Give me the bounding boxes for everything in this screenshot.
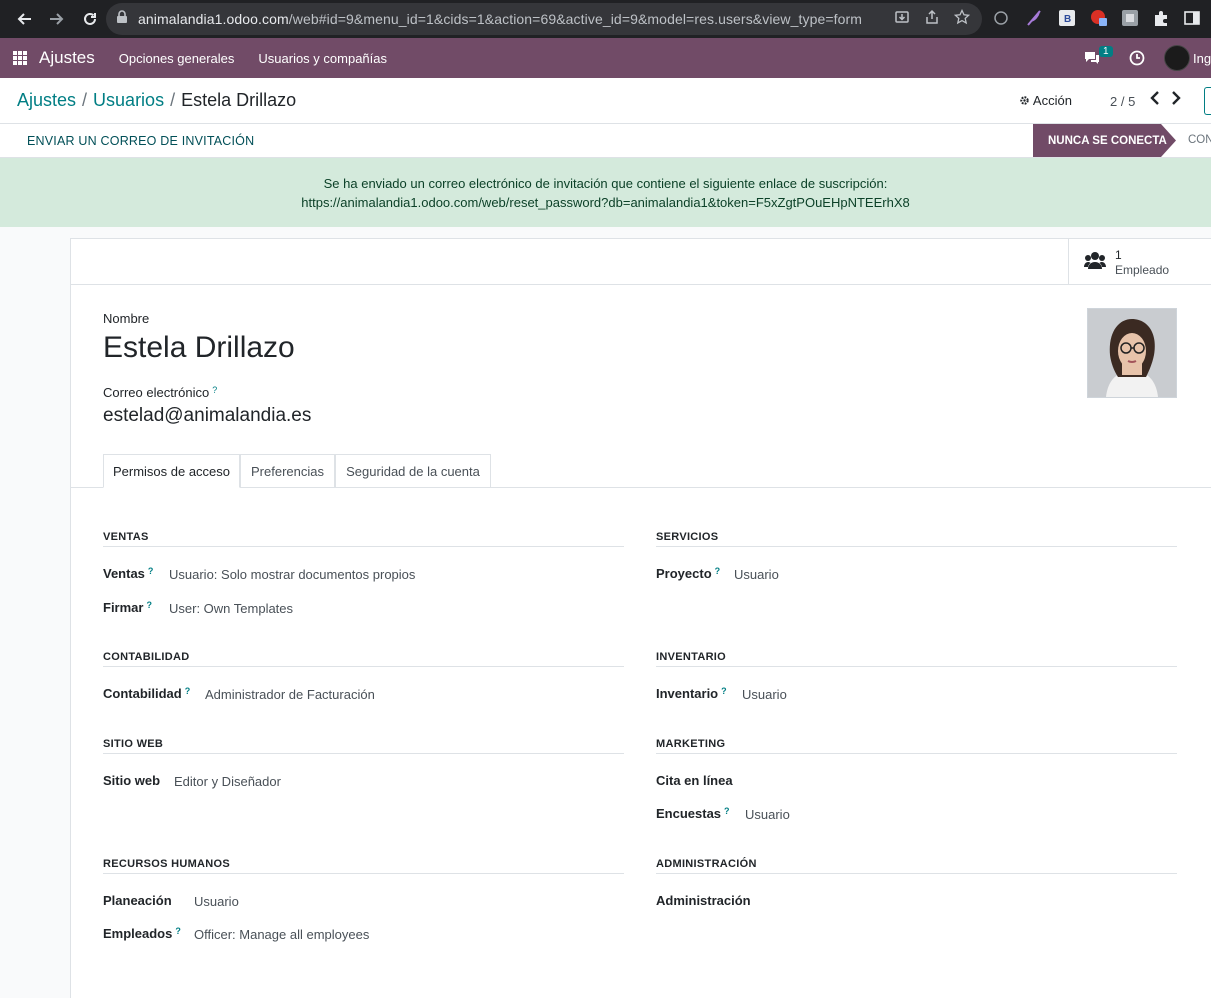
inventario-label: Inventario? (656, 686, 727, 701)
back-icon[interactable] (9, 4, 39, 34)
reload-icon[interactable] (75, 4, 105, 34)
section-marketing-title: MARKETING (656, 738, 1177, 754)
stage-never-connected[interactable]: NUNCA SE CONECTA (1033, 124, 1176, 157)
employee-label: Empleado (1115, 263, 1170, 277)
section-ventas-title: VENTAS (103, 531, 624, 547)
extensions-puzzle-icon[interactable] (1152, 9, 1170, 27)
section-sitio-web-title: SITIO WEB (103, 738, 624, 754)
sitio-web-label: Sitio web (103, 773, 161, 788)
ventas-value[interactable]: Usuario: Solo mostrar documentos propios (169, 567, 415, 582)
tab-permisos-acceso[interactable]: Permisos de acceso (103, 454, 240, 488)
inventario-help-icon[interactable]: ? (721, 686, 727, 696)
contabilidad-value[interactable]: Administrador de Facturación (205, 687, 375, 702)
app-grid-icon[interactable] (13, 51, 27, 65)
pager-value[interactable]: 2 / 5 (1110, 94, 1135, 109)
email-help-icon[interactable]: ? (212, 385, 217, 395)
share-icon[interactable] (924, 9, 940, 30)
breadcrumb: Ajustes / Usuarios / Estela Drillazo (17, 90, 297, 110)
section-contabilidad-title: CONTABILIDAD (103, 651, 624, 667)
inventario-value[interactable]: Usuario (742, 687, 787, 702)
email-label: Correo electrónico? (103, 385, 218, 400)
extension-grey-icon[interactable] (1121, 9, 1139, 27)
bookmark-star-icon[interactable] (953, 8, 971, 30)
section-rrhh-title: RECURSOS HUMANOS (103, 858, 624, 874)
button-box: 1 Empleado (71, 239, 1211, 285)
address-url: animalandia1.odoo.com/web#id=9&menu_id=1… (138, 11, 863, 27)
form-statusbar: ENVIAR UN CORREO DE INVITACIÓN NUNCA SE … (0, 124, 1211, 158)
install-icon[interactable] (894, 9, 910, 30)
form-sheet: 1 Empleado Nombre Estela Drillazo Correo… (70, 238, 1211, 998)
pager-next-icon[interactable] (1171, 91, 1181, 109)
empleados-help-icon[interactable]: ? (175, 926, 181, 936)
firmar-value[interactable]: User: Own Templates (169, 601, 293, 616)
user-photo[interactable] (1087, 308, 1177, 398)
browser-toolbar: animalandia1.odoo.com/web#id=9&menu_id=1… (0, 0, 1211, 38)
planeacion-label: Planeación (103, 893, 172, 908)
employee-smart-button[interactable]: 1 Empleado (1068, 239, 1211, 284)
proyecto-label: Proyecto? (656, 566, 721, 581)
invitation-alert: Se ha enviado un correo electrónico de i… (0, 158, 1211, 227)
breadcrumb-current: Estela Drillazo (181, 90, 297, 110)
action-menu-label: Acción (1032, 93, 1072, 108)
svg-text:B: B (1064, 14, 1071, 25)
alert-link[interactable]: https://animalandia1.odoo.com/web/reset_… (0, 193, 1211, 212)
proyecto-value[interactable]: Usuario (734, 567, 779, 582)
contabilidad-help-icon[interactable]: ? (185, 686, 191, 696)
contabilidad-label: Contabilidad? (103, 686, 191, 701)
users-icon (1084, 250, 1106, 275)
breadcrumb-ajustes[interactable]: Ajustes (17, 90, 76, 110)
extension-b-icon[interactable]: B (1058, 9, 1076, 27)
encuestas-value[interactable]: Usuario (745, 807, 790, 822)
side-panel-icon[interactable] (1183, 9, 1201, 27)
administracion-label: Administración (656, 893, 751, 908)
app-brand[interactable]: Ajustes (39, 48, 95, 68)
menu-usuarios-companias[interactable]: Usuarios y compañías (258, 51, 387, 66)
alert-message: Se ha enviado un correo electrónico de i… (323, 176, 888, 191)
firmar-help-icon[interactable]: ? (146, 600, 152, 610)
forward-icon[interactable] (42, 4, 72, 34)
section-servicios-title: SERVICIOS (656, 531, 1177, 547)
address-bar[interactable]: animalandia1.odoo.com/web#id=9&menu_id=1… (106, 3, 982, 35)
encuestas-help-icon[interactable]: ? (724, 806, 730, 816)
sitio-web-value[interactable]: Editor y Diseñador (174, 774, 281, 789)
employee-count: 1 (1115, 248, 1122, 262)
gear-icon (1019, 93, 1030, 108)
form-tabs: Permisos de acceso Preferencias Segurida… (71, 454, 1211, 488)
edit-button-edge[interactable] (1204, 87, 1211, 115)
section-administracion-title: ADMINISTRACIÓN (656, 858, 1177, 874)
tab-seguridad-cuenta[interactable]: Seguridad de la cuenta (335, 454, 491, 488)
name-field[interactable]: Estela Drillazo (103, 331, 295, 365)
stage-confirmed[interactable]: CON (1188, 134, 1211, 146)
menu-opciones-generales[interactable]: Opciones generales (119, 51, 235, 66)
proyecto-help-icon[interactable]: ? (715, 566, 721, 576)
user-avatar[interactable] (1164, 45, 1190, 71)
extension-feather-icon[interactable] (1025, 9, 1043, 27)
email-field[interactable]: estelad@animalandia.es (103, 405, 311, 427)
extension-circle-icon[interactable] (992, 9, 1010, 27)
user-menu-label[interactable]: Ing (1193, 51, 1211, 66)
chat-count-badge: 1 (1099, 46, 1113, 57)
name-label: Nombre (103, 311, 150, 326)
control-panel: Ajustes / Usuarios / Estela Drillazo Acción … (0, 78, 1211, 124)
section-inventario-title: INVENTARIO (656, 651, 1177, 667)
tab-preferencias[interactable]: Preferencias (240, 454, 335, 488)
main-navbar: Ajustes Opciones generales Usuarios y co… (0, 38, 1211, 78)
action-menu-button[interactable]: Acción (1019, 93, 1072, 108)
firmar-label: Firmar? (103, 600, 152, 615)
pager-previous-icon[interactable] (1150, 91, 1160, 109)
encuestas-label: Encuestas? (656, 806, 730, 821)
empleados-value[interactable]: Officer: Manage all employees (194, 927, 369, 942)
breadcrumb-usuarios[interactable]: Usuarios (93, 90, 164, 110)
empleados-label: Empleados? (103, 926, 181, 941)
cita-en-linea-label: Cita en línea (656, 773, 733, 788)
extension-red-icon[interactable] (1090, 9, 1108, 27)
ventas-help-icon[interactable]: ? (148, 566, 154, 576)
planeacion-value[interactable]: Usuario (194, 894, 239, 909)
lock-icon (116, 9, 128, 29)
activity-clock-icon[interactable] (1129, 50, 1145, 71)
ventas-label: Ventas? (103, 566, 154, 581)
send-invitation-button[interactable]: ENVIAR UN CORREO DE INVITACIÓN (27, 134, 254, 148)
